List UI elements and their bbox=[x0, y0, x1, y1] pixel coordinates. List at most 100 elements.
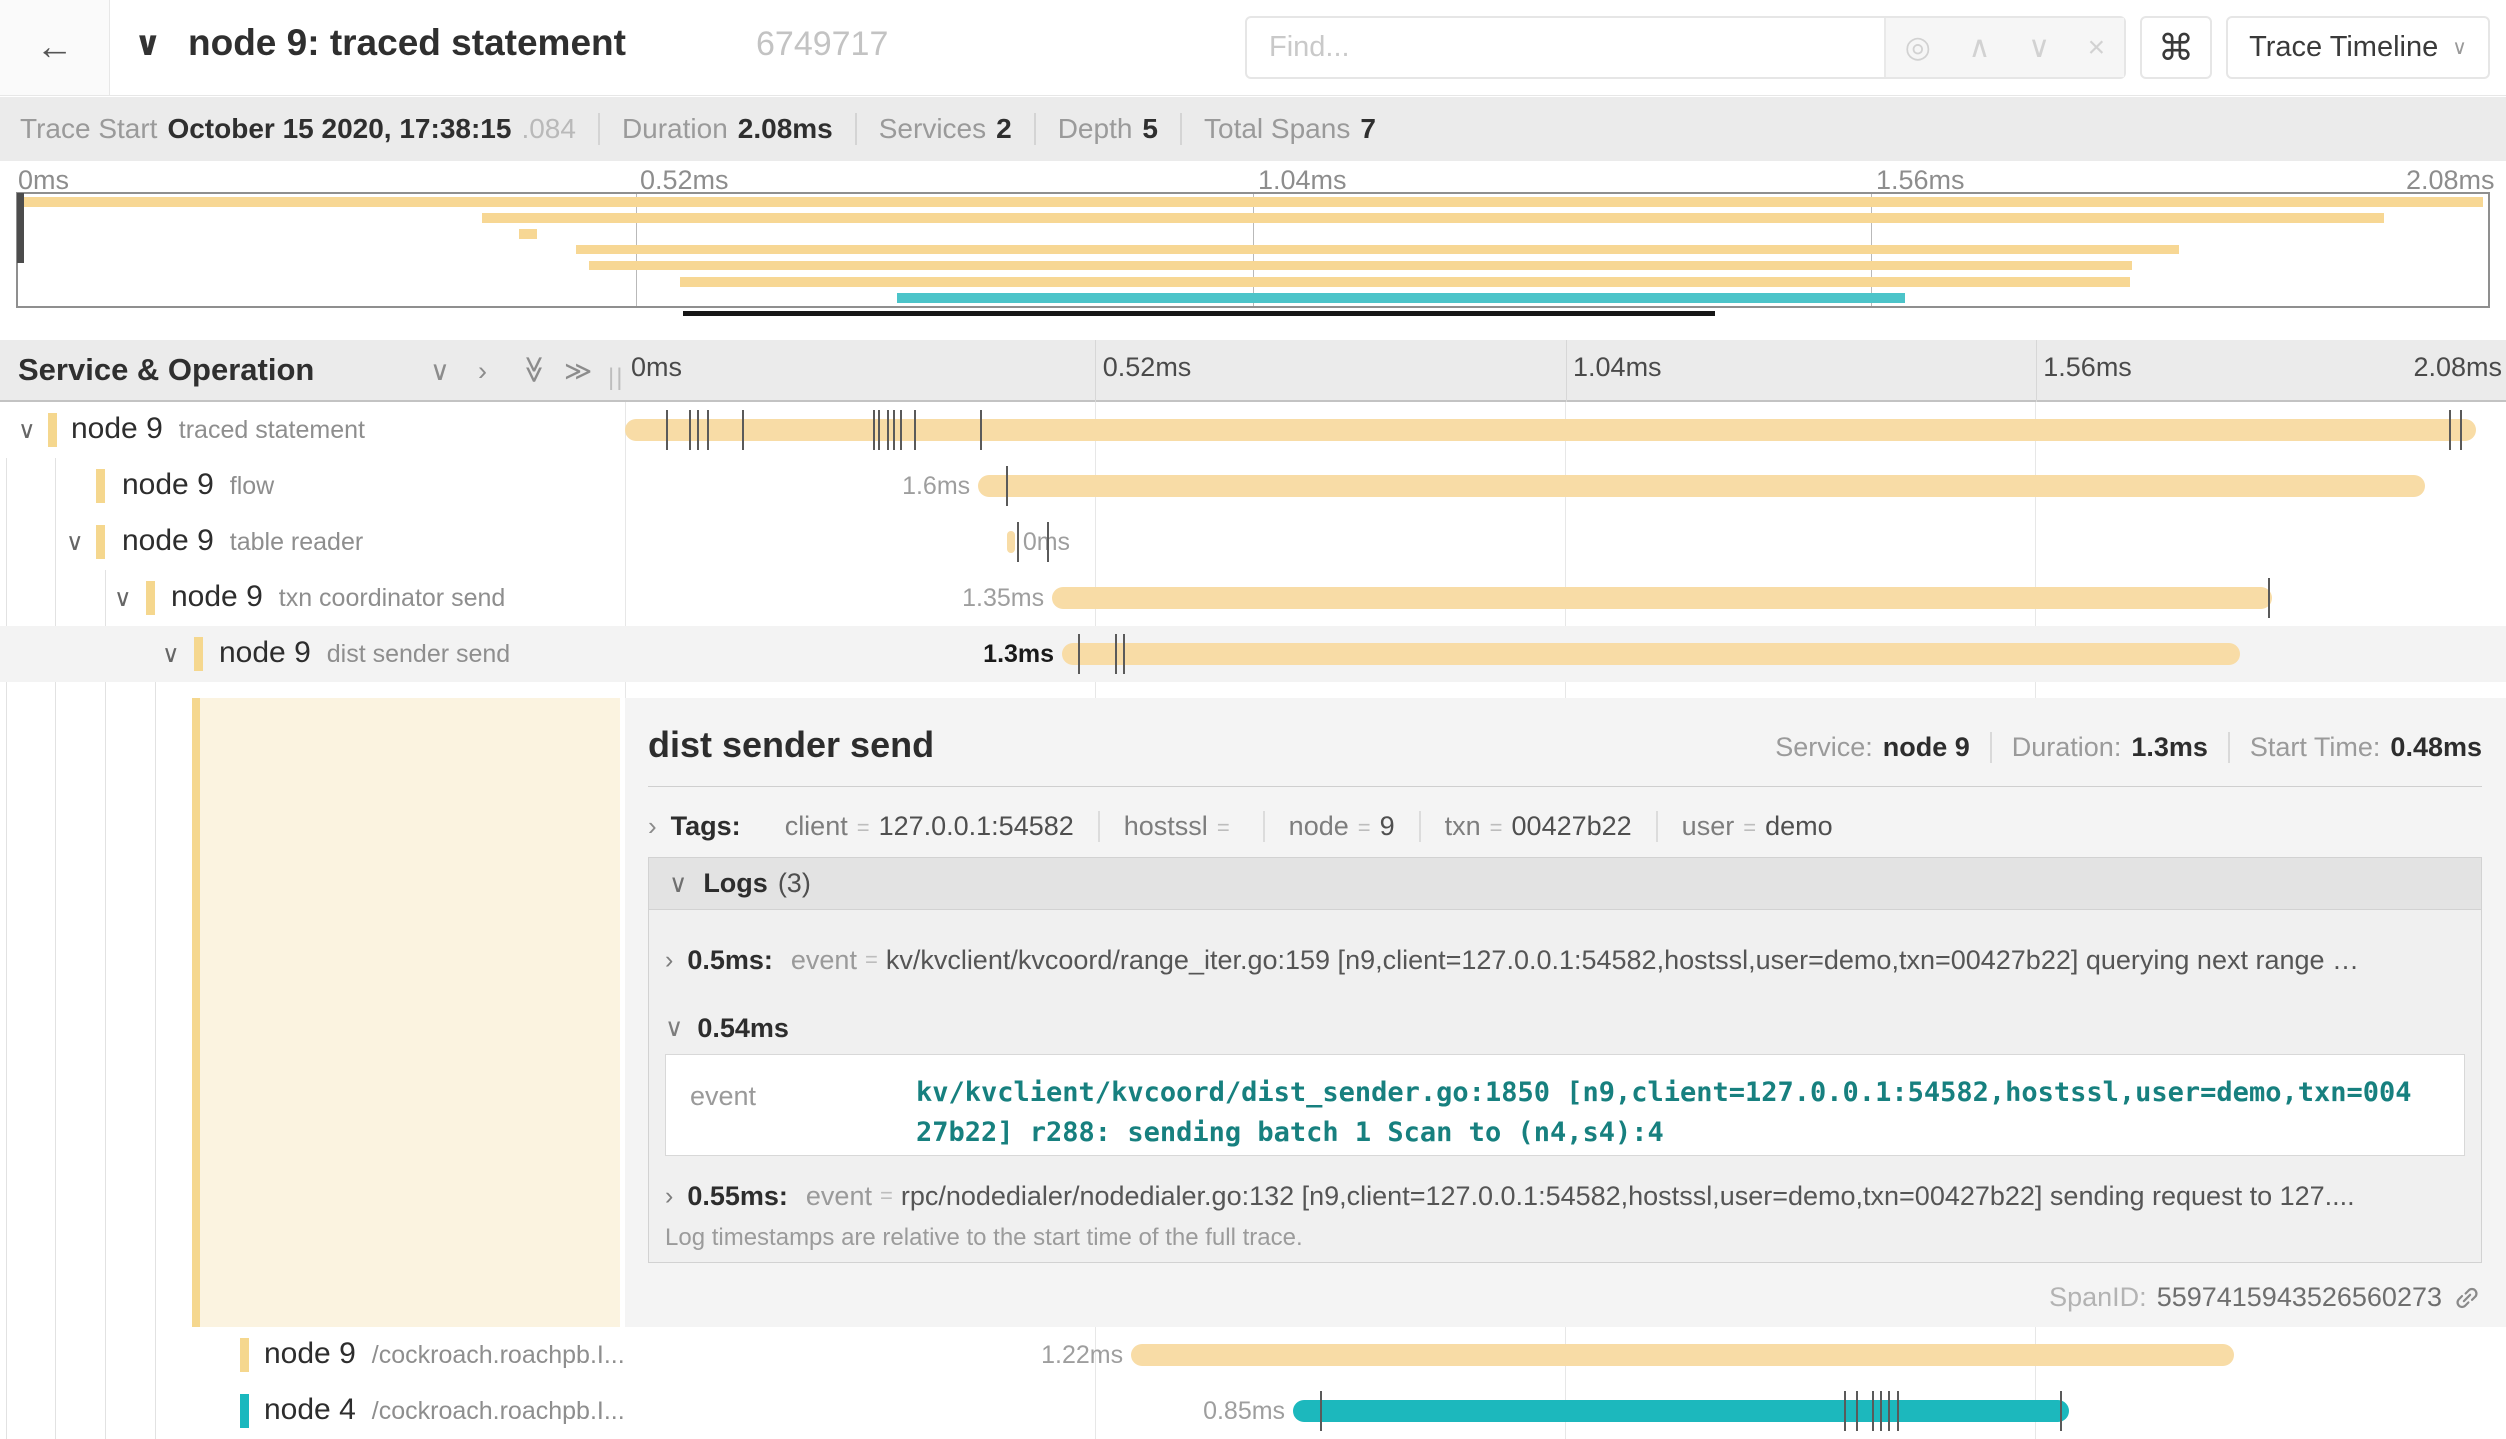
chevron-down-icon[interactable]: ∨ bbox=[18, 416, 36, 445]
tag-hostssl: hostssl= bbox=[1100, 811, 1265, 842]
span-track[interactable]: 1.22ms bbox=[625, 1327, 2506, 1383]
logs-header[interactable]: ∨ Logs (3) bbox=[649, 858, 2481, 910]
span-track[interactable]: 0ms bbox=[625, 514, 2506, 570]
logs-section: ∨ Logs (3) › 0.5ms: event = kv/kvclient/… bbox=[648, 857, 2482, 1263]
service-name[interactable]: node 9flow bbox=[122, 468, 274, 502]
back-button[interactable]: ← bbox=[0, 0, 110, 95]
logs-count: (3) bbox=[778, 868, 811, 899]
chevron-right-icon[interactable]: › bbox=[648, 811, 657, 842]
span-bar[interactable] bbox=[1062, 643, 2240, 665]
log-event-value: kv/kvclient/kvcoord/dist_sender.go:1850 … bbox=[916, 1055, 2464, 1155]
clear-search-icon[interactable]: × bbox=[2088, 31, 2106, 65]
tag-node: node=9 bbox=[1265, 811, 1421, 842]
span-row-flow[interactable]: node 9flow 1.6ms bbox=[0, 458, 2506, 514]
title-chevron-down-icon[interactable]: ∨ bbox=[134, 24, 162, 64]
minimap-canvas[interactable] bbox=[16, 192, 2490, 308]
duration-value: 2.08ms bbox=[738, 113, 833, 145]
tag-key: user bbox=[1682, 811, 1735, 842]
minimap-viewport-indicator[interactable] bbox=[683, 311, 1715, 316]
span-name-cell[interactable]: ∨ node 9txn coordinator send bbox=[0, 570, 620, 626]
service-name[interactable]: node 9txn coordinator send bbox=[171, 580, 505, 614]
tag-client: client=127.0.0.1:54582 bbox=[761, 811, 1100, 842]
log-marker-tick bbox=[707, 410, 709, 450]
span-id-label: SpanID: bbox=[2049, 1282, 2147, 1313]
detail-stats: Service: node 9 Duration: 1.3ms Start Ti… bbox=[1755, 732, 2482, 763]
log-event-detail: event kv/kvclient/kvcoord/dist_sender.go… bbox=[665, 1054, 2465, 1156]
span-row-roachpb-node9[interactable]: node 9/cockroach.roachpb.I... 1.22ms bbox=[0, 1327, 2506, 1383]
span-track[interactable]: 1.3ms bbox=[625, 626, 2506, 682]
span-duration-label: 1.22ms bbox=[1041, 1341, 1123, 1370]
find-bar: ◎ ∧ ∨ × bbox=[1245, 16, 2126, 79]
span-row-dist-sender-send[interactable]: ∨ node 9dist sender send 1.3ms bbox=[0, 626, 2506, 682]
tag-txn: txn=00427b22 bbox=[1421, 811, 1658, 842]
ruler-gridline bbox=[1566, 340, 1567, 402]
operation-label: traced statement bbox=[179, 416, 365, 444]
panel-splitter-handle[interactable]: || bbox=[608, 364, 624, 392]
expand-all-icon[interactable]: ≫ bbox=[564, 356, 592, 387]
trace-start-fraction: .084 bbox=[521, 113, 576, 145]
span-bar[interactable] bbox=[1293, 1400, 2069, 1422]
chevron-right-icon[interactable]: › bbox=[665, 1182, 673, 1211]
service-name[interactable]: node 9table reader bbox=[122, 524, 363, 558]
span-row-roachpb-node4[interactable]: node 4/cockroach.roachpb.I... 0.85ms bbox=[0, 1383, 2506, 1439]
span-track[interactable] bbox=[625, 402, 2506, 458]
collapse-all-icon[interactable]: ≫ bbox=[519, 355, 550, 383]
span-bar[interactable] bbox=[1131, 1344, 2234, 1366]
span-name-cell[interactable]: ∨ node 9table reader bbox=[0, 514, 620, 570]
next-result-icon[interactable]: ∨ bbox=[2028, 30, 2050, 65]
equals-sign: = bbox=[1358, 815, 1371, 841]
trace-view-dropdown[interactable]: Trace Timeline ∨ bbox=[2226, 16, 2490, 79]
span-name-cell[interactable]: ∨ node 9traced statement bbox=[0, 402, 620, 458]
chevron-right-icon[interactable]: › bbox=[665, 946, 673, 975]
service-label: node 9 bbox=[122, 468, 214, 501]
span-rows-region: ∨ node 9traced statement node 9flow 1.6m… bbox=[0, 402, 2506, 1439]
span-row-traced-statement[interactable]: ∨ node 9traced statement bbox=[0, 402, 2506, 458]
chevron-down-icon[interactable]: ∨ bbox=[665, 1013, 683, 1043]
span-name-cell[interactable]: node 9flow bbox=[0, 458, 620, 514]
service-color-bar bbox=[240, 1338, 249, 1372]
log-timestamp: 0.54ms bbox=[697, 1013, 789, 1044]
log-entry-collapsed[interactable]: › 0.55ms: event = rpc/nodedialer/nodedia… bbox=[665, 1168, 2465, 1224]
span-track[interactable]: 1.6ms bbox=[625, 458, 2506, 514]
service-name[interactable]: node 9traced statement bbox=[71, 412, 365, 446]
span-name-cell[interactable]: ∨ node 9dist sender send bbox=[0, 626, 620, 682]
find-input[interactable] bbox=[1247, 18, 1884, 77]
trace-summary-bar: Trace Start October 15 2020, 17:38:15.08… bbox=[0, 97, 2506, 161]
prev-result-icon[interactable]: ∧ bbox=[1969, 30, 1991, 65]
span-row-table-reader[interactable]: ∨ node 9table reader 0ms bbox=[0, 514, 2506, 570]
service-color-bar bbox=[96, 525, 105, 559]
minimap-scrubber-handle[interactable] bbox=[17, 193, 24, 263]
ruler-label-3: 1.56ms bbox=[2043, 352, 2132, 383]
tag-value: 9 bbox=[1380, 811, 1395, 842]
span-name-cell[interactable]: node 4/cockroach.roachpb.I... bbox=[0, 1383, 620, 1439]
span-bar[interactable] bbox=[978, 475, 2425, 497]
log-entry-expanded-header[interactable]: ∨ 0.54ms bbox=[665, 1000, 2465, 1056]
trace-minimap[interactable]: 0ms 0.52ms 1.04ms 1.56ms 2.08ms bbox=[0, 161, 2506, 340]
span-track[interactable]: 1.35ms bbox=[625, 570, 2506, 626]
chevron-down-icon[interactable]: ∨ bbox=[162, 640, 180, 669]
log-entry-collapsed[interactable]: › 0.5ms: event = kv/kvclient/kvcoord/ran… bbox=[665, 932, 2465, 988]
span-bar[interactable] bbox=[625, 419, 2476, 441]
collapse-one-icon[interactable]: ∨ bbox=[430, 356, 450, 387]
service-name[interactable]: node 9dist sender send bbox=[219, 636, 510, 670]
expand-one-icon[interactable]: › bbox=[478, 356, 487, 387]
log-timestamp: 0.5ms: bbox=[687, 945, 773, 976]
trace-start-label: Trace Start bbox=[20, 113, 157, 145]
span-track[interactable]: 0.85ms bbox=[625, 1383, 2506, 1439]
service-name[interactable]: node 9/cockroach.roachpb.I... bbox=[264, 1337, 625, 1371]
span-bar[interactable] bbox=[1052, 587, 2272, 609]
chevron-down-icon[interactable]: ∨ bbox=[66, 528, 84, 557]
chevron-down-icon[interactable]: ∨ bbox=[114, 584, 132, 613]
deep-link-icon[interactable] bbox=[2452, 1283, 2482, 1313]
equals-sign: = bbox=[880, 1183, 893, 1209]
span-bar[interactable] bbox=[1007, 531, 1015, 553]
service-color-bar bbox=[146, 581, 155, 615]
trace-start: Trace Start October 15 2020, 17:38:15.08… bbox=[20, 113, 600, 145]
keyboard-shortcuts-button[interactable]: ⌘ bbox=[2140, 16, 2212, 79]
span-name-cell[interactable]: node 9/cockroach.roachpb.I... bbox=[0, 1327, 620, 1383]
service-name[interactable]: node 4/cockroach.roachpb.I... bbox=[264, 1393, 625, 1427]
tags-row[interactable]: › Tags: client=127.0.0.1:54582 hostssl= … bbox=[648, 806, 2482, 846]
equals-sign: = bbox=[865, 947, 878, 973]
match-focus-icon[interactable]: ◎ bbox=[1905, 30, 1931, 65]
span-row-txn-coordinator-send[interactable]: ∨ node 9txn coordinator send 1.35ms bbox=[0, 570, 2506, 626]
